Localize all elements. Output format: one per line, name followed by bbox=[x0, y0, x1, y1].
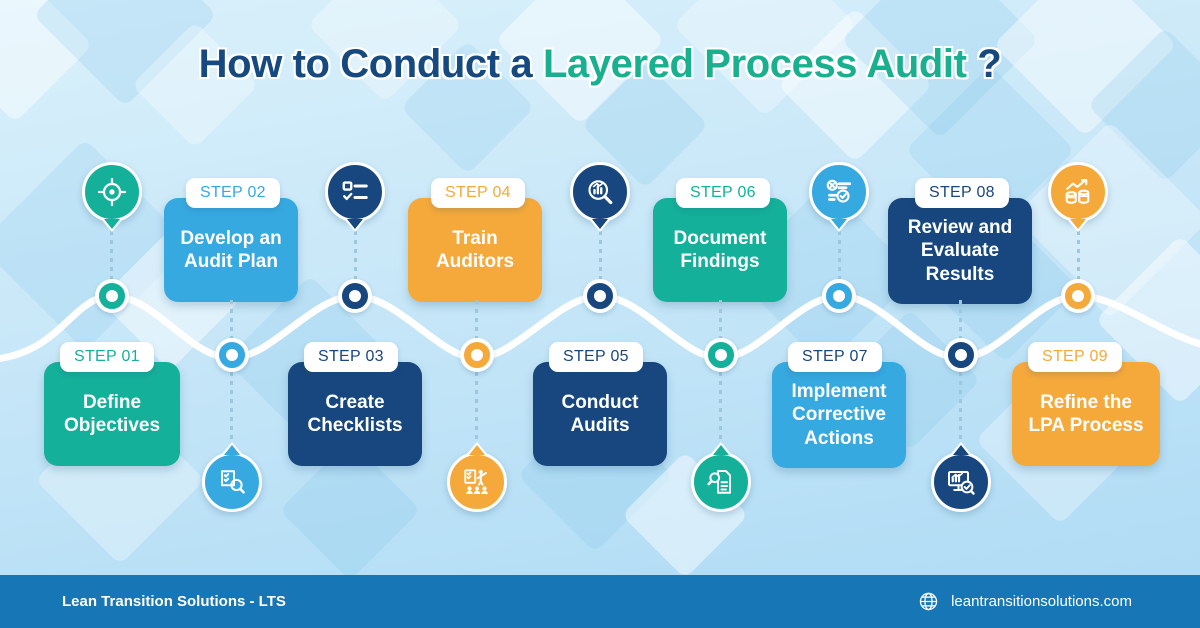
timeline-node[interactable] bbox=[338, 279, 372, 313]
title-part-1: How to Conduct a bbox=[198, 42, 543, 86]
connector-dots bbox=[719, 300, 722, 450]
step-card[interactable]: Train Auditors bbox=[408, 198, 542, 302]
step-card[interactable]: Review and Evaluate Results bbox=[888, 198, 1032, 304]
step-number-badge: STEP 01 bbox=[60, 342, 154, 372]
timeline-node[interactable] bbox=[944, 338, 978, 372]
timeline-node[interactable] bbox=[1061, 279, 1095, 313]
step-number-badge: STEP 03 bbox=[304, 342, 398, 372]
step-card-title: Implement Corrective Actions bbox=[791, 381, 887, 449]
step-number-badge: STEP 04 bbox=[431, 178, 525, 208]
page-title: How to Conduct a Layered Process Audit ? bbox=[0, 42, 1200, 87]
connector-dots bbox=[475, 300, 478, 450]
step-card[interactable]: Develop an Audit Plan bbox=[164, 198, 298, 302]
timeline-node[interactable] bbox=[95, 279, 129, 313]
target-icon bbox=[82, 162, 142, 232]
timeline-node[interactable] bbox=[583, 279, 617, 313]
step-card-title: Review and Evaluate Results bbox=[907, 217, 1013, 285]
checklist-icon bbox=[325, 162, 385, 232]
step-number-badge: STEP 06 bbox=[676, 178, 770, 208]
step-number-badge: STEP 05 bbox=[549, 342, 643, 372]
step-card[interactable]: Create Checklists bbox=[288, 362, 422, 466]
timeline-node[interactable] bbox=[215, 338, 249, 372]
title-highlight: Layered Process Audit bbox=[542, 42, 967, 86]
step-card-title: Train Auditors bbox=[435, 227, 515, 272]
globe-icon bbox=[918, 591, 939, 612]
audit-plan-icon bbox=[202, 442, 262, 512]
step-card[interactable]: Implement Corrective Actions bbox=[772, 362, 906, 468]
audit-search-icon bbox=[570, 162, 630, 232]
website-link[interactable]: leantransitionsolutions.com bbox=[918, 591, 1132, 612]
title-part-2: ? bbox=[966, 42, 1002, 86]
timeline-node[interactable] bbox=[460, 338, 494, 372]
growth-chart-icon bbox=[1048, 162, 1108, 232]
footer-bar: Lean Transition Solutions - LTS leantran… bbox=[0, 575, 1200, 628]
review-results-icon bbox=[931, 442, 991, 512]
step-card-title: Create Checklists bbox=[307, 391, 403, 436]
step-number-badge: STEP 08 bbox=[915, 178, 1009, 208]
connector-dots bbox=[959, 300, 962, 450]
document-search-icon bbox=[691, 442, 751, 512]
step-number-badge: STEP 07 bbox=[788, 342, 882, 372]
corrective-action-icon bbox=[809, 162, 869, 232]
infographic-canvas: How to Conduct a Layered Process Audit ?… bbox=[0, 0, 1200, 628]
training-icon bbox=[447, 442, 507, 512]
step-card[interactable]: Define Objectives bbox=[44, 362, 180, 466]
step-card[interactable]: Conduct Audits bbox=[533, 362, 667, 466]
website-url: leantransitionsolutions.com bbox=[951, 593, 1132, 610]
step-card-title: Conduct Audits bbox=[561, 391, 639, 436]
brand-name: Lean Transition Solutions - LTS bbox=[62, 593, 286, 610]
step-card-title: Refine the LPA Process bbox=[1028, 391, 1144, 436]
timeline-node[interactable] bbox=[822, 279, 856, 313]
step-number-badge: STEP 02 bbox=[186, 178, 280, 208]
step-card[interactable]: Document Findings bbox=[653, 198, 787, 302]
step-number-badge: STEP 09 bbox=[1028, 342, 1122, 372]
step-card-title: Define Objectives bbox=[63, 391, 161, 436]
timeline-node[interactable] bbox=[704, 338, 738, 372]
step-card[interactable]: Refine the LPA Process bbox=[1012, 362, 1160, 466]
connector-dots bbox=[230, 300, 233, 450]
step-card-title: Document Findings bbox=[673, 227, 767, 272]
step-card-title: Develop an Audit Plan bbox=[180, 227, 282, 272]
